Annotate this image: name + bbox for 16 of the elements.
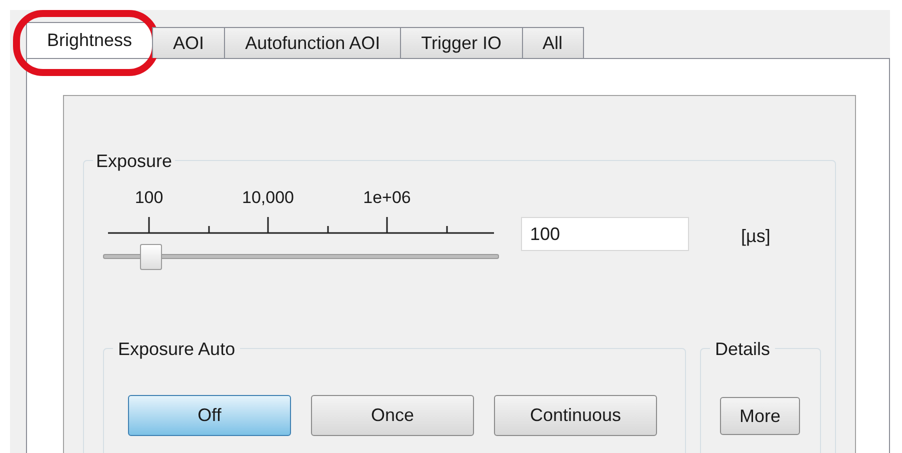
tab[interactable]: Brightness xyxy=(26,22,154,58)
slider-track[interactable] xyxy=(103,243,499,271)
more-button[interactable]: More xyxy=(720,397,800,435)
unit-label: [µs] xyxy=(741,225,770,248)
slider-thumb[interactable] xyxy=(140,244,162,270)
tab[interactable]: All xyxy=(522,27,584,58)
mode-button[interactable]: Continuous xyxy=(494,395,657,436)
scale-label: 1e+06 xyxy=(363,187,411,209)
tab[interactable]: Autofunction AOI xyxy=(224,27,402,58)
mode-button[interactable]: Once xyxy=(311,395,474,436)
scale-label: 10,000 xyxy=(242,187,294,209)
mode-button[interactable]: Off xyxy=(128,395,291,436)
exposure-input-field[interactable]: 100 xyxy=(521,217,689,251)
tab[interactable]: Trigger IO xyxy=(400,27,523,58)
scale-label: 100 xyxy=(134,187,164,209)
tab[interactable]: AOI xyxy=(152,27,226,58)
